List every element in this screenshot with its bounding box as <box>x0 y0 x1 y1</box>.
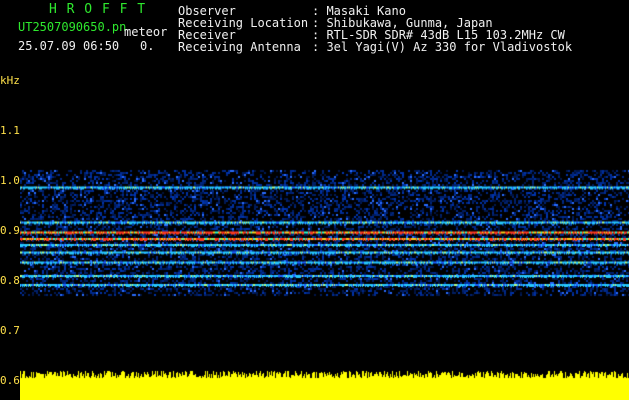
y-tick-1-1: 1.1 <box>0 124 20 137</box>
y-tick-0-7: 0.7 <box>0 324 20 337</box>
app-title: H R O F F T <box>49 2 147 17</box>
header-panel: H R O F F T UT2507090650.pn meteor 25.07… <box>0 0 629 72</box>
y-tick-0-8: 0.8 <box>0 274 20 287</box>
filename-label: UT2507090650.pn <box>18 20 127 34</box>
y-tick-0-6: 0.6 <box>0 374 20 387</box>
y-axis-unit: kHz <box>0 74 20 87</box>
spectrogram-canvas <box>20 75 629 400</box>
info-antenna-label: Receiving Antenna <box>178 40 301 54</box>
meteor-label: meteor <box>124 25 168 39</box>
y-tick-1-0: 1.0 <box>0 174 20 187</box>
count-label: 0. <box>140 39 155 53</box>
datetime-label: 25.07.09 06:50 <box>18 39 120 53</box>
info-antenna-value: : 3el Yagi(V) Az 330 for Vladivostok <box>312 40 573 54</box>
y-tick-0-9: 0.9 <box>0 224 20 237</box>
